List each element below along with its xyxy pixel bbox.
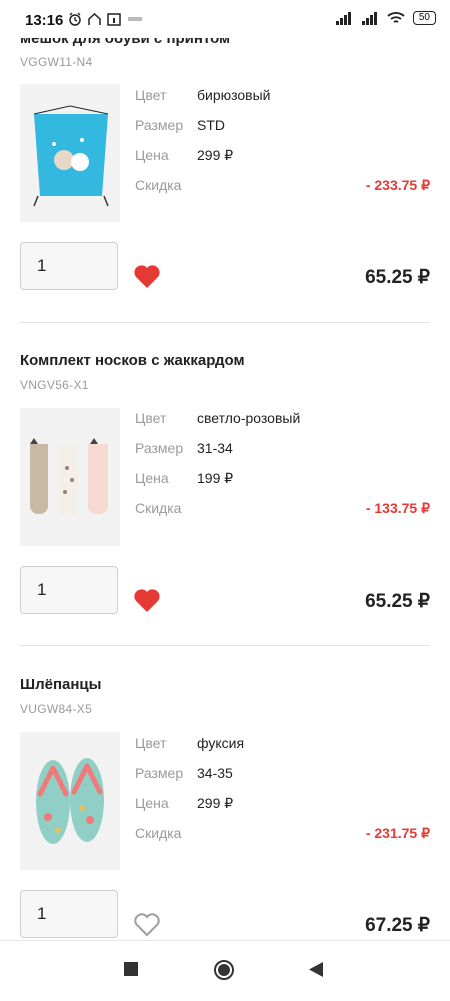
recents-square-icon[interactable] — [123, 961, 139, 977]
size-value: 31-34 — [197, 440, 233, 456]
color-value: светло-розовый — [197, 410, 301, 426]
discount-value: - 233.75 ₽ — [365, 177, 430, 193]
notification-icon — [128, 17, 142, 21]
divider — [20, 645, 430, 646]
price-value: 299 ₽ — [197, 795, 234, 811]
favorite-heart-filled-icon[interactable] — [133, 587, 161, 613]
product-title[interactable]: Комплект носков с жаккардом — [20, 352, 245, 369]
color-value: бирюзовый — [197, 87, 271, 103]
status-time: 13:16 — [25, 12, 64, 29]
discount-value: - 231.75 ₽ — [365, 825, 430, 841]
price-label: Цена — [135, 795, 169, 811]
divider — [20, 322, 430, 323]
item-total: 65.25 ₽ — [365, 267, 430, 288]
favorite-heart-outline-icon[interactable] — [133, 911, 161, 937]
battery-icon: 50 — [412, 11, 436, 25]
price-value: 299 ₽ — [197, 147, 234, 163]
price-label: Цена — [135, 147, 169, 163]
calendar-icon — [107, 13, 121, 26]
system-nav-bar — [0, 940, 450, 1001]
drawstring-bag-image[interactable] — [20, 84, 120, 222]
size-value: STD — [197, 117, 225, 133]
status-bar: 13:16 50 — [0, 0, 450, 38]
color-value: фуксия — [197, 735, 245, 751]
product-title[interactable]: Шлёпанцы — [20, 676, 101, 693]
color-label: Цвет — [135, 735, 167, 751]
product-sku: VGGW11-N4 — [20, 55, 93, 69]
discount-label: Скидка — [135, 177, 182, 193]
size-label: Размер — [135, 117, 184, 133]
quantity-input[interactable]: 1 — [20, 890, 118, 938]
item-total: 65.25 ₽ — [365, 591, 430, 612]
quantity-input[interactable]: 1 — [20, 242, 118, 290]
size-value: 34-35 — [197, 765, 233, 781]
discount-label: Скидка — [135, 500, 182, 516]
alarm-icon — [69, 12, 81, 26]
size-label: Размер — [135, 440, 184, 456]
home-circle-icon[interactable] — [213, 959, 235, 981]
wifi-icon — [387, 12, 405, 23]
quantity-input[interactable]: 1 — [20, 566, 118, 614]
product-sku: VNGV56-X1 — [20, 378, 89, 392]
flip-flops-image[interactable] — [20, 732, 120, 870]
favorite-heart-filled-icon[interactable] — [133, 263, 161, 289]
home-status-icon — [88, 12, 101, 25]
price-label: Цена — [135, 470, 169, 486]
color-label: Цвет — [135, 87, 167, 103]
signal-icon-1 — [335, 11, 351, 25]
back-triangle-icon[interactable] — [308, 961, 324, 978]
discount-label: Скидка — [135, 825, 182, 841]
price-value: 199 ₽ — [197, 470, 234, 486]
size-label: Размер — [135, 765, 184, 781]
item-total: 67.25 ₽ — [365, 915, 430, 936]
signal-icon-2 — [361, 11, 377, 25]
color-label: Цвет — [135, 410, 167, 426]
product-sku: VUGW84-X5 — [20, 702, 93, 716]
socks-image[interactable] — [20, 408, 120, 546]
discount-value: - 133.75 ₽ — [365, 500, 430, 516]
